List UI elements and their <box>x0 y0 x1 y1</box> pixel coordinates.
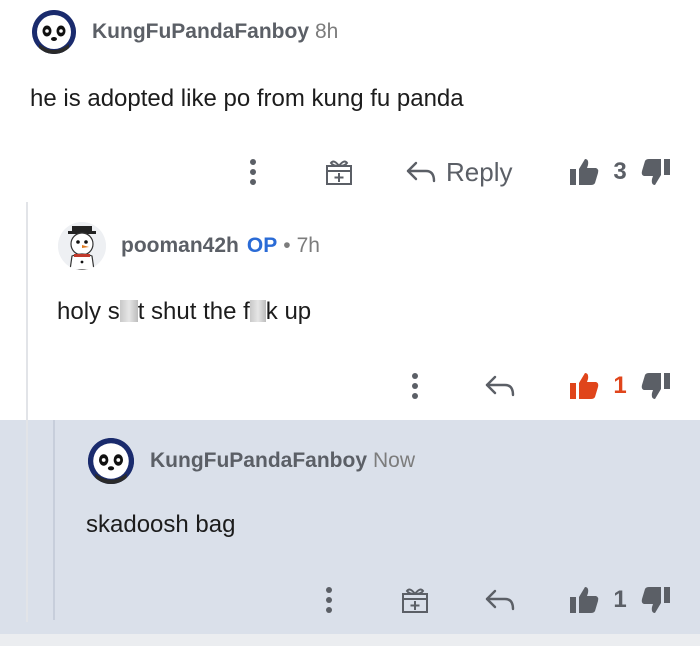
username[interactable]: pooman42h <box>121 234 239 257</box>
award-gift-icon <box>324 157 354 187</box>
text-part: t shut the f <box>137 298 250 325</box>
reply-button[interactable] <box>482 370 518 402</box>
more-options-button[interactable] <box>314 584 344 616</box>
avatar[interactable] <box>88 438 134 484</box>
reply-arrow-icon <box>485 589 515 611</box>
reply-button[interactable] <box>482 584 518 616</box>
vote-score: 3 <box>613 158 627 185</box>
censor-blur <box>119 300 138 322</box>
more-vertical-icon <box>411 372 419 400</box>
username[interactable]: KungFuPandaFanboy <box>150 449 367 472</box>
panda-avatar-icon <box>32 10 76 54</box>
comment-text: skadoosh bag <box>86 511 236 538</box>
more-options-button[interactable] <box>400 370 430 402</box>
comment-text: he is adopted like po from kung fu panda <box>30 85 464 112</box>
downvote-button[interactable] <box>638 368 674 404</box>
censor-blur <box>249 300 266 322</box>
avatar[interactable] <box>32 10 76 54</box>
comment-meta: KungFuPandaFanboy Now <box>150 449 415 473</box>
comment-text: holy s t shut the f k up <box>57 298 311 326</box>
vote-score: 1 <box>613 372 627 399</box>
username[interactable]: KungFuPandaFanboy <box>92 20 309 43</box>
comment-meta: pooman42h OP • 7h <box>121 234 320 258</box>
more-vertical-icon <box>249 158 257 186</box>
snowman-avatar-icon <box>58 222 106 270</box>
downvote-icon <box>640 371 672 401</box>
avatar[interactable] <box>58 222 106 270</box>
thread-line-level-1[interactable] <box>26 202 28 622</box>
downvote-button[interactable] <box>638 154 674 190</box>
upvote-button[interactable] <box>566 582 602 618</box>
text-part: holy s <box>57 298 120 325</box>
panda-avatar-icon <box>88 438 134 484</box>
timestamp: Now <box>373 449 416 472</box>
reply-arrow-icon <box>406 161 436 183</box>
upvote-icon <box>568 585 600 615</box>
reply-label: Reply <box>446 156 513 187</box>
award-gift-icon <box>400 585 430 615</box>
more-options-button[interactable] <box>238 156 268 188</box>
upvote-icon <box>568 157 600 187</box>
award-button[interactable] <box>396 584 434 616</box>
thread-line-level-2[interactable] <box>53 420 55 620</box>
reply-arrow-icon <box>485 375 515 397</box>
award-button[interactable] <box>320 156 358 188</box>
more-vertical-icon <box>325 586 333 614</box>
separator-dot: • <box>283 234 291 257</box>
op-badge: OP <box>246 234 278 257</box>
text-part: k up <box>265 298 312 325</box>
downvote-icon <box>640 157 672 187</box>
upvote-button[interactable] <box>566 154 602 190</box>
downvote-icon <box>640 585 672 615</box>
timestamp: 7h <box>296 234 320 257</box>
downvote-button[interactable] <box>638 582 674 618</box>
timestamp: 8h <box>315 20 339 43</box>
footer-divider <box>0 634 700 646</box>
upvote-icon <box>568 371 600 401</box>
reply-button[interactable]: Reply <box>406 154 521 190</box>
upvote-button-active[interactable] <box>566 368 602 404</box>
comment-meta: KungFuPandaFanboy 8h <box>92 20 338 44</box>
vote-score: 1 <box>613 586 627 613</box>
